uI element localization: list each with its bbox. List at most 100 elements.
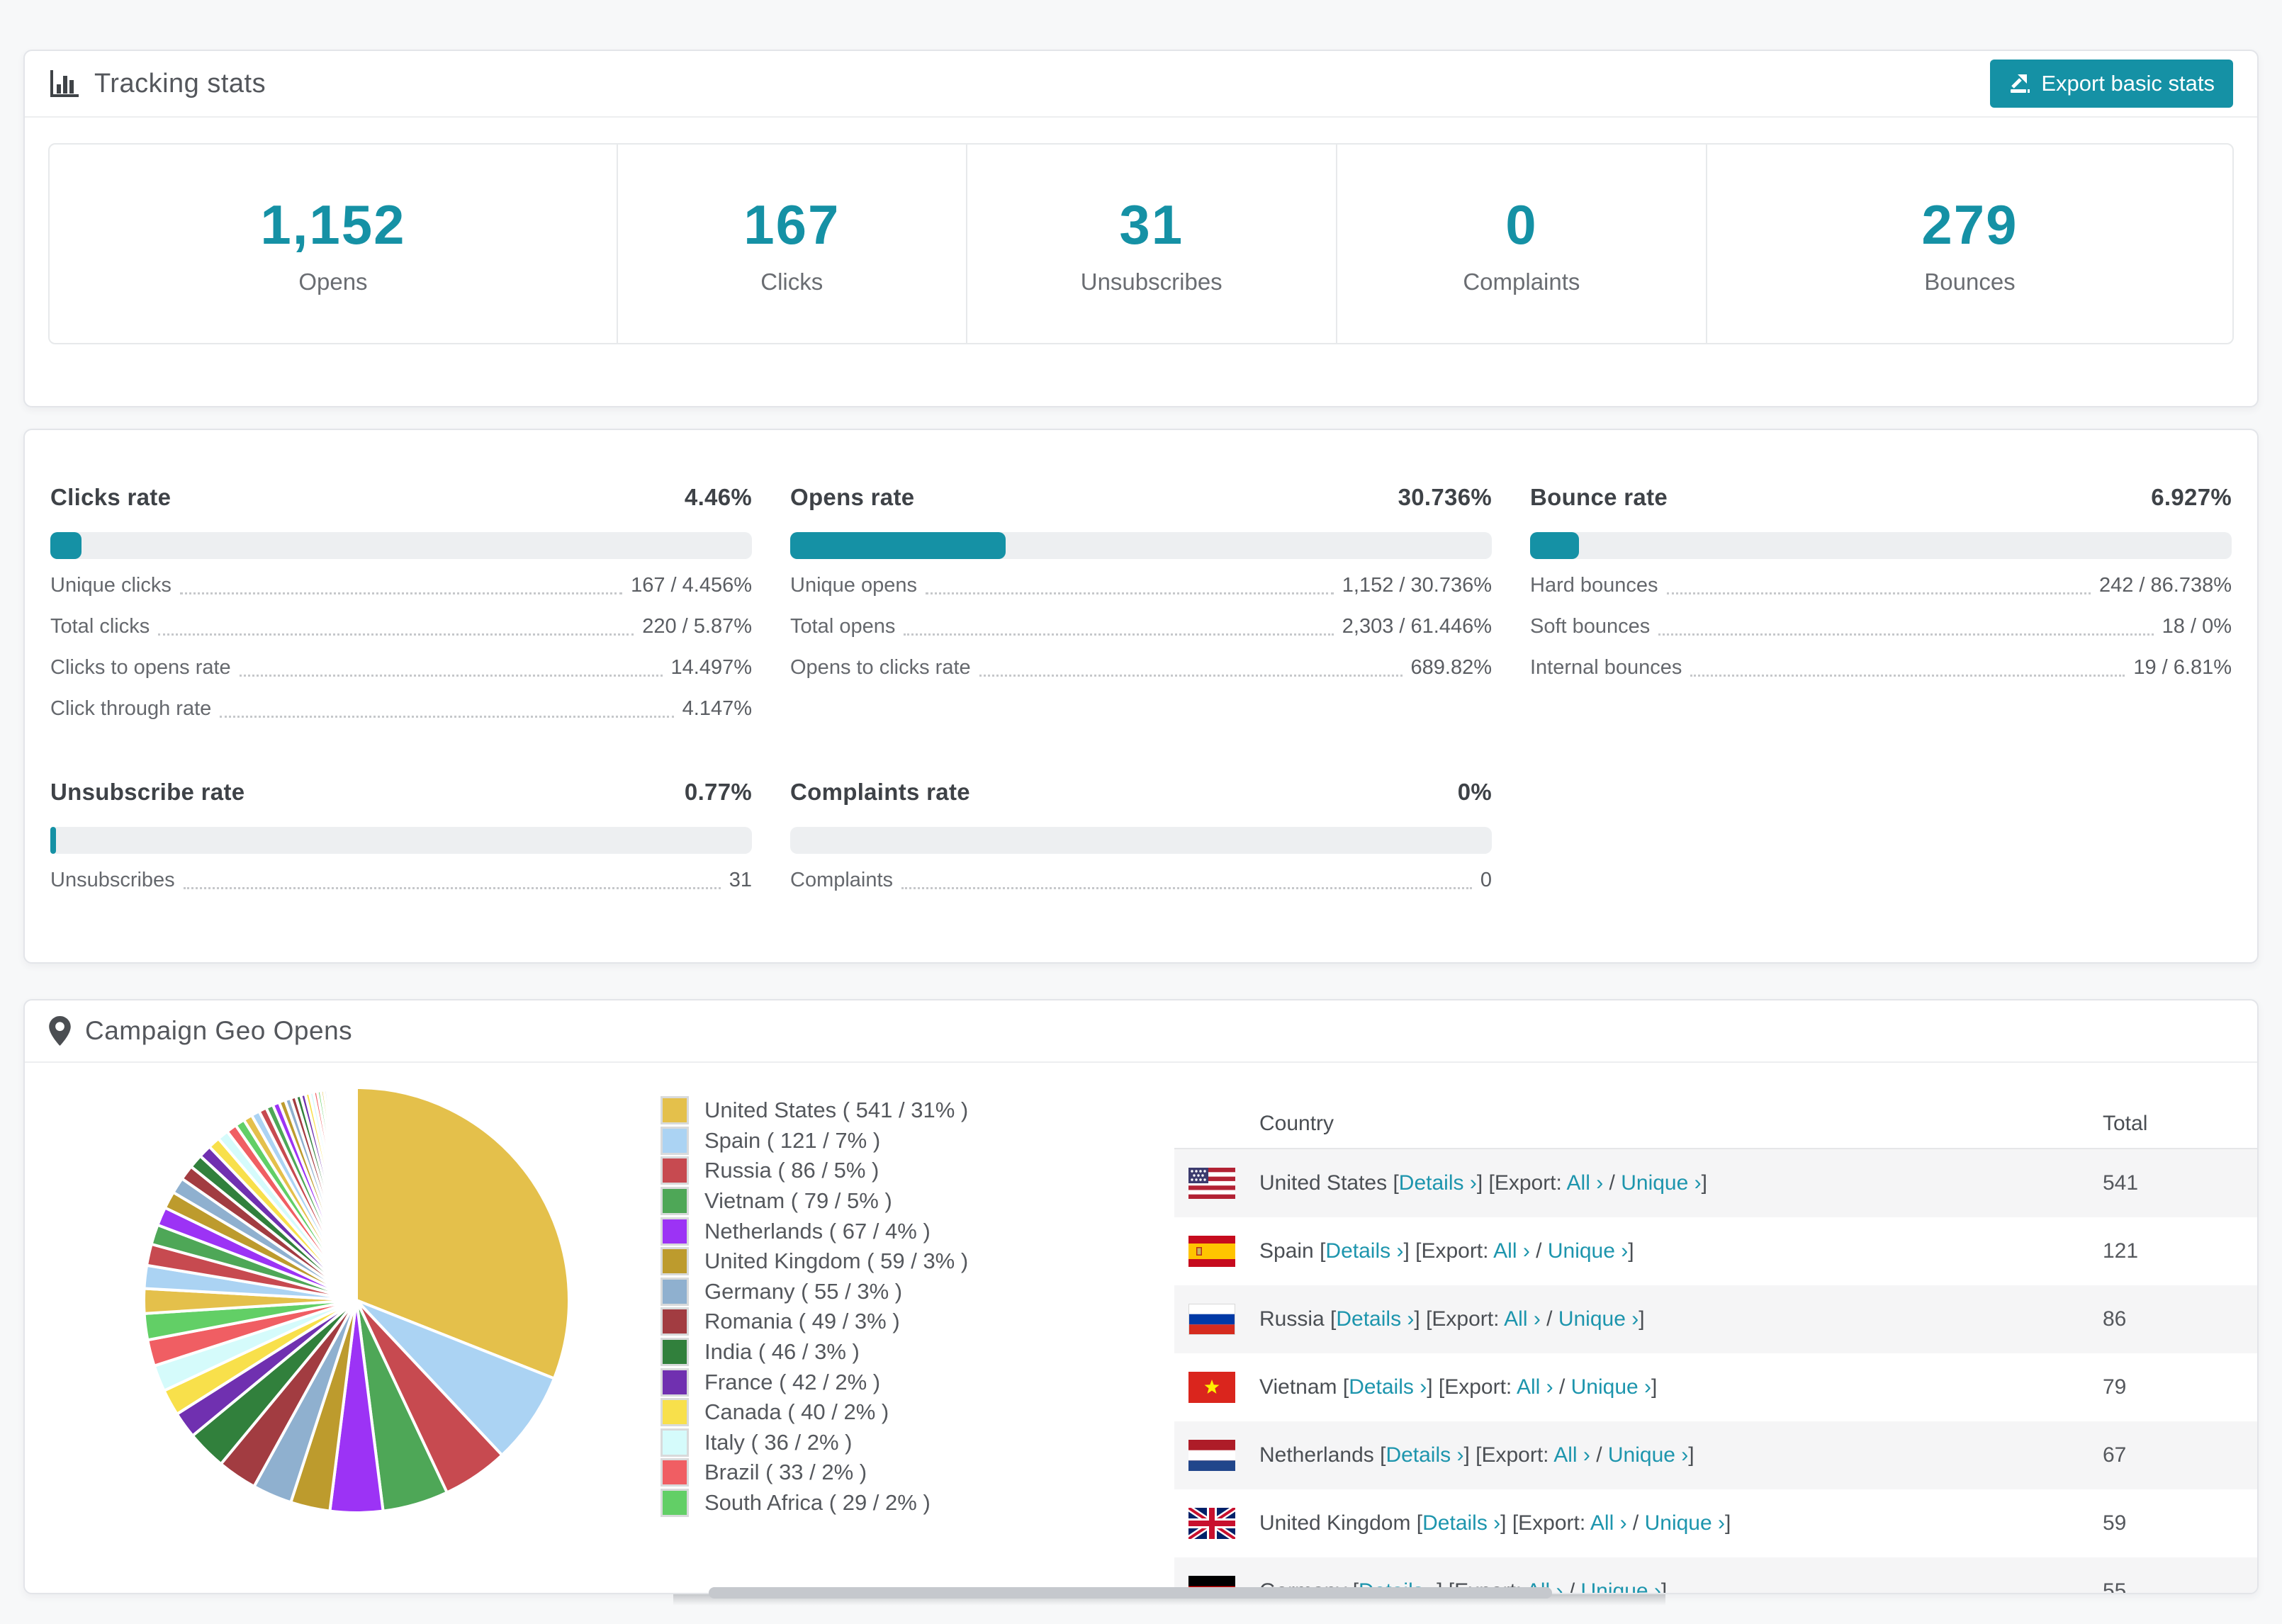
geo-table: Country Total United States [Details ›] … <box>1174 1100 2257 1594</box>
progress-bar <box>790 827 1492 854</box>
legend-item: Vietnam ( 79 / 5% ) <box>661 1186 968 1217</box>
stat-value: 31 <box>1119 193 1184 256</box>
export-unique-link[interactable]: Unique › <box>1608 1443 1688 1467</box>
legend-item: Canada ( 40 / 2% ) <box>661 1397 968 1428</box>
country-cell: Spain [Details ›] [Export: All › / Uniqu… <box>1259 1239 1634 1263</box>
stat-label: Clicks <box>760 268 824 295</box>
rate-percent: 30.736% <box>1398 484 1492 510</box>
details-link[interactable]: Details › <box>1336 1307 1414 1331</box>
details-link[interactable]: Details › <box>1349 1375 1427 1399</box>
stat-value: 279 <box>1921 193 2018 256</box>
legend-swatch <box>661 1277 689 1306</box>
total-value: 79 <box>2103 1375 2127 1399</box>
leader-dots <box>925 577 1334 594</box>
legend-swatch <box>661 1187 689 1216</box>
progress-fill <box>790 532 1006 559</box>
stat-label: Bounces <box>1924 268 2016 295</box>
rate-row-label: Complaints <box>790 868 894 891</box>
rate-row: Hard bounces 242 / 86.738% <box>1530 565 2232 606</box>
table-row: United States [Details ›] [Export: All ›… <box>1174 1149 2257 1217</box>
summary-stats: 1,152 Opens 167 Clicks 31 Unsubscribes 0 Compla… <box>48 143 2234 344</box>
legend-swatch <box>661 1247 689 1276</box>
rate-row-value: 18 / 0% <box>2162 614 2232 638</box>
geo-opens-header: Campaign Geo Opens <box>25 1000 2257 1063</box>
flag-icon-us <box>1188 1168 1235 1199</box>
legend-item: India ( 46 / 3% ) <box>661 1337 968 1368</box>
export-basic-stats-button[interactable]: Export basic stats <box>1990 60 2233 108</box>
rate-title: Bounce rate <box>1530 484 1668 510</box>
export-unique-link[interactable]: Unique › <box>1548 1239 1628 1263</box>
tracking-stats-card: Tracking stats Export basic stats 1,152 O… <box>23 50 2259 407</box>
leader-dots <box>901 872 1472 889</box>
total-value: 55 <box>2103 1579 2127 1594</box>
legend-swatch <box>661 1126 689 1155</box>
geo-opens-pie-chart <box>142 1086 570 1514</box>
rate-row-label: Hard bounces <box>1530 573 1658 597</box>
legend-label: Brazil ( 33 / 2% ) <box>704 1460 867 1485</box>
legend-item: Spain ( 121 / 7% ) <box>661 1126 968 1156</box>
legend-label: Germany ( 55 / 3% ) <box>704 1278 903 1304</box>
export-unique-link[interactable]: Unique › <box>1581 1579 1661 1593</box>
country-cell: Vietnam [Details ›] [Export: All › / Uni… <box>1259 1375 1658 1399</box>
details-link[interactable]: Details › <box>1399 1171 1477 1195</box>
export-all-link[interactable]: All › <box>1590 1511 1627 1535</box>
country-name: Russia <box>1259 1307 1325 1331</box>
progress-fill <box>50 532 82 559</box>
rate-row-label: Unique clicks <box>50 573 172 597</box>
export-all-link[interactable]: All › <box>1567 1171 1604 1195</box>
summary-cell: 1,152 Opens <box>50 145 617 343</box>
rate-title: Clicks rate <box>50 484 172 510</box>
legend-label: Canada ( 40 / 2% ) <box>704 1399 889 1425</box>
map-pin-icon <box>49 1016 71 1046</box>
rate-row-value: 242 / 86.738% <box>2098 573 2232 597</box>
legend-label: Italy ( 36 / 2% ) <box>704 1429 853 1455</box>
export-all-link[interactable]: All › <box>1553 1443 1590 1467</box>
legend-label: Romania ( 49 / 3% ) <box>704 1309 900 1334</box>
horizontal-scrollbar-thumb[interactable] <box>709 1587 1552 1598</box>
rate-row-label: Unique opens <box>790 573 917 597</box>
export-unique-link[interactable]: Unique › <box>1558 1307 1639 1331</box>
rate-row-label: Soft bounces <box>1530 614 1651 638</box>
summary-cell: 0 Complaints <box>1335 145 1706 343</box>
table-row: Vietnam [Details ›] [Export: All › / Uni… <box>1174 1353 2257 1421</box>
rate-percent: 0% <box>1457 779 1492 805</box>
legend-swatch <box>661 1428 689 1457</box>
legend-item: United States ( 541 / 31% ) <box>661 1095 968 1126</box>
export-unique-link[interactable]: Unique › <box>1571 1375 1651 1399</box>
export-unique-link[interactable]: Unique › <box>1645 1511 1725 1535</box>
export-button-label: Export basic stats <box>2041 71 2215 96</box>
export-all-link[interactable]: All › <box>1504 1307 1541 1331</box>
rate-row-value: 167 / 4.456% <box>631 573 752 597</box>
table-body: United States [Details ›] [Export: All ›… <box>1174 1149 2257 1594</box>
legend-label: United States ( 541 / 31% ) <box>704 1098 969 1123</box>
rate-row: Opens to clicks rate 689.82% <box>790 647 1492 688</box>
summary-cell: 279 Bounces <box>1705 145 2232 343</box>
rate-row-label: Unsubscribes <box>50 868 175 891</box>
rate-row: Complaints 0 <box>790 859 1492 901</box>
rate-row-value: 689.82% <box>1410 655 1493 679</box>
legend-item: Italy ( 36 / 2% ) <box>661 1428 968 1458</box>
legend-swatch <box>661 1338 689 1367</box>
legend-label: Vietnam ( 79 / 5% ) <box>704 1188 892 1214</box>
rate-row-label: Click through rate <box>50 697 212 720</box>
details-link[interactable]: Details › <box>1422 1511 1500 1535</box>
pie-legend: United States ( 541 / 31% ) Spain ( 121 /… <box>661 1095 968 1518</box>
export-all-link[interactable]: All › <box>1517 1375 1553 1399</box>
leader-dots <box>904 618 1334 636</box>
details-link[interactable]: Details › <box>1325 1239 1403 1263</box>
export-all-link[interactable]: All › <box>1493 1239 1530 1263</box>
rate-row-value: 0 <box>1480 868 1492 891</box>
legend-item: Romania ( 49 / 3% ) <box>661 1307 968 1337</box>
progress-fill <box>1530 532 1579 559</box>
page-title: Tracking stats <box>94 68 266 98</box>
legend-swatch <box>661 1489 689 1518</box>
bar-chart-icon <box>49 69 80 98</box>
export-unique-link[interactable]: Unique › <box>1621 1171 1701 1195</box>
rate-row: Clicks to opens rate 14.497% <box>50 647 752 688</box>
progress-bar <box>790 532 1492 559</box>
export-icon <box>2008 72 2031 95</box>
rate-row-label: Opens to clicks rate <box>790 655 971 679</box>
details-link[interactable]: Details › <box>1386 1443 1463 1467</box>
stat-value: 167 <box>743 193 841 256</box>
rate-card: Bounce rate 6.927% Hard bounces 242 / 86.73… <box>1530 484 2232 729</box>
